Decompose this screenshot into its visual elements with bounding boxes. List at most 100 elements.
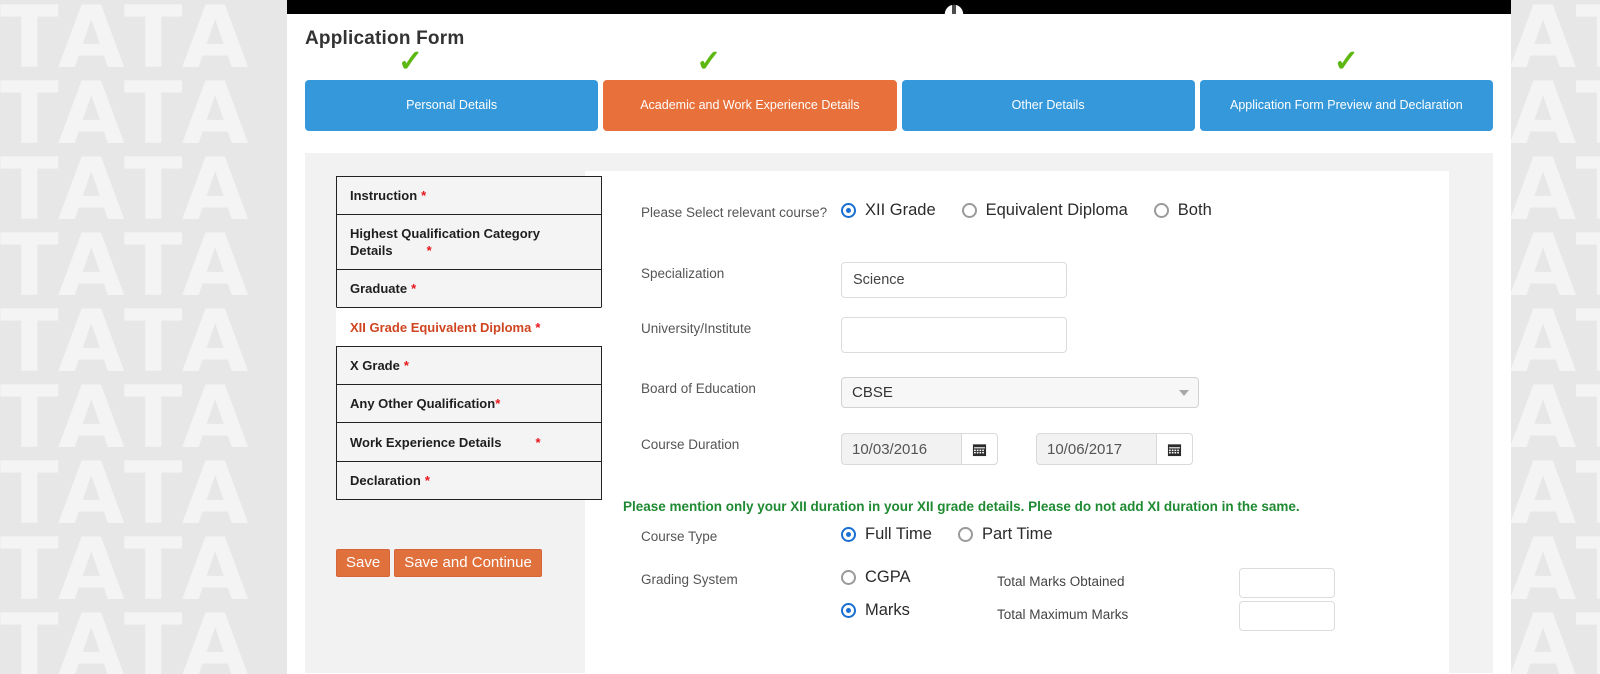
university-input[interactable]: [841, 317, 1067, 353]
sidebar-item-label: Any Other Qualification: [350, 396, 496, 411]
wizard-step-other-details[interactable]: Other Details: [901, 80, 1195, 131]
sidebar-item-highest-qualification-category-details[interactable]: Highest Qualification Category Details *: [336, 214, 602, 270]
radio-both[interactable]: [1153, 203, 1169, 218]
total-marks-obtained-input[interactable]: [1239, 568, 1335, 598]
radio-option-marks[interactable]: Marks: [841, 601, 971, 620]
wizard-step-personal-details[interactable]: ✓ Personal Details: [305, 47, 599, 131]
sidebar-item-work-experience-details[interactable]: Work Experience Details *: [336, 422, 602, 462]
sidebar-item-label: Instruction: [350, 188, 418, 203]
course-duration-from: [841, 433, 998, 465]
top-black-bar: [287, 0, 1511, 16]
required-marker: *: [411, 281, 417, 296]
sidebar-item-any-other-qualification[interactable]: Any Other Qualification *: [336, 384, 602, 423]
university-label: University/Institute: [641, 321, 752, 336]
course-duration-to: [1036, 433, 1193, 465]
radio-option-xii-grade[interactable]: XII Grade: [841, 201, 936, 220]
sidebar-item-x-grade[interactable]: X Grade *: [336, 346, 602, 385]
radio-label: Both: [1177, 201, 1212, 219]
wizard-step-label: Application Form Preview and Declaration: [1230, 98, 1463, 112]
field-row-course-select: Please Select relevant course? XII Grade…: [585, 171, 1449, 220]
page-title: Application Form: [305, 28, 465, 49]
save-button-bar: Save Save and Continue: [336, 549, 542, 577]
radio-cgpa[interactable]: [841, 570, 856, 585]
field-row-specialization: Specialization: [585, 220, 1449, 298]
calendar-icon: [1167, 443, 1182, 456]
board-label: Board of Education: [641, 381, 756, 396]
calendar-icon-from[interactable]: [961, 433, 998, 465]
radio-label: Full Time: [865, 525, 932, 543]
radio-label: Equivalent Diploma: [985, 201, 1128, 219]
radio-equivalent-diploma[interactable]: [961, 203, 977, 218]
radio-option-both[interactable]: Both: [1153, 201, 1212, 220]
sidebar-item-declaration[interactable]: Declaration *: [336, 461, 602, 500]
field-row-course-duration: Course Duration: [585, 408, 1449, 465]
form-panel: Instruction * Highest Qualification Cate…: [305, 153, 1493, 673]
total-maximum-marks-input[interactable]: [1239, 601, 1335, 631]
save-button[interactable]: Save: [336, 549, 391, 577]
radio-option-equivalent-diploma[interactable]: Equivalent Diploma: [961, 201, 1128, 220]
course-duration-to-input[interactable]: [1036, 433, 1156, 465]
grading-row-cgpa: CGPA Total Marks Obtained: [841, 568, 1449, 598]
wizard-step-label: Other Details: [1011, 98, 1085, 112]
required-marker: *: [426, 243, 432, 258]
application-page: Application Form ✓ Personal Details ✓ Ac…: [287, 0, 1511, 674]
field-row-board: Board of Education CBSE: [585, 353, 1449, 408]
green-check-icon: ✓: [397, 45, 424, 78]
total-maximum-marks-label: Total Maximum Marks: [997, 607, 1129, 622]
required-marker: *: [535, 319, 541, 335]
board-selected-value: CBSE: [852, 384, 893, 401]
radio-option-full-time[interactable]: Full Time: [841, 525, 932, 544]
grading-system-label: Grading System: [641, 572, 738, 587]
radio-label: Part Time: [981, 525, 1053, 543]
wizard-steps: ✓ Personal Details ✓ Academic and Work E…: [287, 47, 1511, 131]
sidebar-item-xii-grade-equivalent-diploma[interactable]: XII Grade Equivalent Diploma *: [336, 307, 602, 347]
sidebar-item-label: Graduate: [350, 281, 408, 296]
course-duration-label: Course Duration: [641, 437, 740, 452]
wizard-step-preview-declaration[interactable]: ✓ Application Form Preview and Declarati…: [1199, 47, 1493, 131]
radio-xii-grade[interactable]: [841, 203, 856, 218]
sidebar-item-label: XII Grade Equivalent Diploma: [350, 319, 532, 335]
chevron-down-icon: [1179, 389, 1189, 396]
field-row-university: University/Institute: [585, 298, 1449, 353]
required-marker: *: [535, 434, 541, 450]
radio-full-time[interactable]: [841, 527, 856, 542]
sidebar-item-label: Work Experience Details: [350, 434, 502, 450]
field-row-grading-system: Grading System CGPA Total Marks Obtained: [585, 544, 1449, 631]
content-card: Application Form ✓ Personal Details ✓ Ac…: [287, 14, 1511, 674]
specialization-label: Specialization: [641, 266, 725, 281]
required-marker: *: [421, 188, 427, 203]
radio-marks[interactable]: [841, 603, 856, 618]
board-of-education-select[interactable]: CBSE: [841, 377, 1199, 408]
required-marker: *: [424, 473, 430, 488]
wizard-step-label: Personal Details: [406, 98, 498, 112]
sidebar-item-instruction[interactable]: Instruction *: [336, 176, 602, 215]
radio-label: CGPA: [865, 568, 911, 586]
field-row-course-type: Course Type Full Time Part Time: [585, 514, 1449, 544]
sidebar-item-label: X Grade: [350, 358, 400, 373]
sidebar-item-label: Highest Qualification Category Details: [350, 226, 540, 258]
save-and-continue-button[interactable]: Save and Continue: [394, 549, 542, 577]
total-marks-obtained-label: Total Marks Obtained: [997, 574, 1125, 589]
course-type-radio-group: Full Time Part Time: [841, 525, 1449, 544]
green-check-icon: ✓: [1333, 45, 1359, 78]
wizard-step-academic-work[interactable]: ✓ Academic and Work Experience Details: [603, 47, 897, 131]
specialization-input[interactable]: [841, 262, 1067, 298]
radio-option-cgpa[interactable]: CGPA: [841, 568, 971, 587]
calendar-icon-to[interactable]: [1156, 433, 1193, 465]
required-marker: *: [403, 358, 409, 373]
radio-label: XII Grade: [865, 201, 936, 219]
calendar-icon: [972, 443, 987, 456]
course-select-radio-group: XII Grade Equivalent Diploma Both: [841, 201, 1449, 220]
section-navigation: Instruction * Highest Qualification Cate…: [336, 176, 602, 500]
duration-note: Please mention only your XII duration in…: [623, 499, 1300, 514]
radio-part-time[interactable]: [957, 527, 973, 542]
course-type-label: Course Type: [641, 529, 718, 544]
green-check-icon: ✓: [696, 45, 722, 78]
radio-label: Marks: [865, 601, 910, 619]
sidebar-item-graduate[interactable]: Graduate *: [336, 269, 602, 308]
course-duration-from-input[interactable]: [841, 433, 961, 465]
sidebar-item-label: Declaration: [350, 473, 421, 488]
radio-option-part-time[interactable]: Part Time: [957, 525, 1053, 544]
wizard-step-label: Academic and Work Experience Details: [640, 98, 860, 112]
qualification-form: Please Select relevant course? XII Grade…: [585, 171, 1449, 673]
